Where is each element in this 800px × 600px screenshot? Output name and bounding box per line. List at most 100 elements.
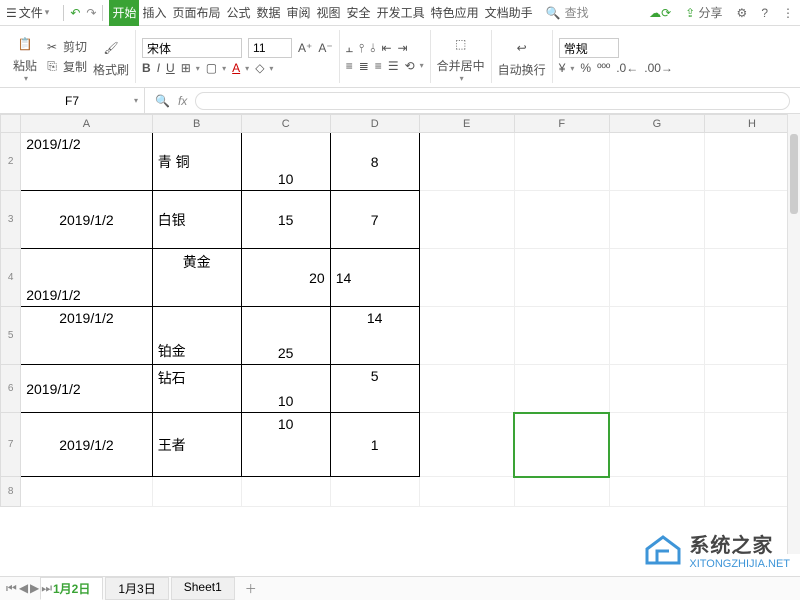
redo-icon[interactable]: ↷ xyxy=(86,6,96,20)
ribbon-tab[interactable]: 插入 xyxy=(139,0,169,26)
font-select[interactable] xyxy=(142,38,242,58)
cell[interactable] xyxy=(704,365,799,413)
fx-icon[interactable]: fx xyxy=(178,94,187,108)
cell[interactable]: 14 xyxy=(330,307,419,365)
trace-icon[interactable]: 🔍 xyxy=(155,94,170,108)
cell[interactable]: 钻石 xyxy=(152,365,241,413)
cell[interactable]: 14 xyxy=(330,249,419,307)
italic-button[interactable]: I xyxy=(157,61,160,75)
cell[interactable]: 2019/1/2 xyxy=(21,307,152,365)
cell[interactable]: 2019/1/2 xyxy=(21,365,152,413)
column-headers[interactable]: ABCDEFGH xyxy=(1,115,800,133)
cell[interactable]: 8 xyxy=(330,133,419,191)
cell[interactable]: 5 xyxy=(330,365,419,413)
ribbon-tab[interactable]: 公式 xyxy=(223,0,253,26)
sheet-tab[interactable]: Sheet1 xyxy=(171,577,235,600)
justify-icon[interactable]: ☰ xyxy=(388,59,399,73)
sheet-nav-last-icon[interactable]: ⏭ xyxy=(41,581,52,596)
align-top-icon[interactable]: ⫠ xyxy=(346,41,353,56)
column-header[interactable]: E xyxy=(419,115,514,133)
cell[interactable] xyxy=(704,477,799,507)
border-button[interactable]: ⊞ xyxy=(181,61,200,75)
ribbon-tab[interactable]: 视图 xyxy=(314,0,344,26)
indent-increase-icon[interactable]: ⇥ xyxy=(398,41,408,55)
cell[interactable] xyxy=(419,249,514,307)
cell[interactable]: 2019/1/2 xyxy=(21,191,152,249)
cell[interactable] xyxy=(609,191,704,249)
spreadsheet-grid[interactable]: ABCDEFGH 22019/1/2青 铜10832019/1/2白银15742… xyxy=(0,114,800,554)
cell[interactable]: 2019/1/2 xyxy=(21,249,152,307)
cell[interactable]: 10 xyxy=(241,413,330,477)
cell[interactable]: 7 xyxy=(330,191,419,249)
formula-input[interactable] xyxy=(195,92,790,110)
ribbon-tab[interactable]: 页面布局 xyxy=(169,0,223,26)
undo-icon[interactable]: ↶ xyxy=(70,6,80,20)
cut-button[interactable]: ✂剪切 xyxy=(44,38,87,55)
cell[interactable] xyxy=(704,133,799,191)
align-bottom-icon[interactable]: ⫰ xyxy=(370,41,375,56)
format-painter-button[interactable]: 🖌 格式刷 xyxy=(93,35,129,78)
cell[interactable] xyxy=(419,365,514,413)
number-format[interactable] xyxy=(559,38,619,58)
paste-button[interactable]: 📋 粘贴 xyxy=(12,31,38,83)
cell[interactable]: 1 xyxy=(330,413,419,477)
indent-decrease-icon[interactable]: ⇤ xyxy=(381,41,391,55)
settings-icon[interactable]: ⚙ xyxy=(737,6,748,20)
cell[interactable] xyxy=(514,249,609,307)
cell[interactable]: 2019/1/2 xyxy=(21,413,152,477)
cell[interactable] xyxy=(419,477,514,507)
cell[interactable] xyxy=(419,133,514,191)
cell[interactable] xyxy=(704,307,799,365)
cell[interactable] xyxy=(241,477,330,507)
cell[interactable]: 黄金 xyxy=(152,249,241,307)
cell[interactable] xyxy=(704,413,799,477)
clear-format-button[interactable]: ◇ xyxy=(255,61,273,75)
sheet-nav-prev-icon[interactable]: ◀ xyxy=(19,581,28,596)
ribbon-tab[interactable]: 安全 xyxy=(344,0,374,26)
align-left-icon[interactable]: ≡ xyxy=(346,59,353,73)
search[interactable]: 🔍 查找 xyxy=(546,4,589,21)
cell[interactable]: 25 xyxy=(241,307,330,365)
cell[interactable]: 2019/1/2 xyxy=(21,133,152,191)
align-middle-icon[interactable]: ⫯ xyxy=(359,41,364,56)
cell[interactable] xyxy=(514,477,609,507)
increase-font-icon[interactable]: A⁺ xyxy=(298,41,312,55)
column-header[interactable]: H xyxy=(704,115,799,133)
currency-icon[interactable]: ¥ xyxy=(559,61,575,75)
row-header[interactable]: 6 xyxy=(1,365,21,413)
ribbon-tab[interactable]: 开始 xyxy=(109,0,139,26)
ribbon-tab[interactable]: 特色应用 xyxy=(428,0,482,26)
cell[interactable] xyxy=(514,133,609,191)
column-header[interactable]: G xyxy=(609,115,704,133)
cell[interactable] xyxy=(419,191,514,249)
cell[interactable] xyxy=(419,413,514,477)
orientation-icon[interactable]: ⟲ xyxy=(405,59,424,73)
cell[interactable] xyxy=(514,191,609,249)
cell[interactable]: 王者 xyxy=(152,413,241,477)
decimal-inc-icon[interactable]: .00→ xyxy=(644,61,673,75)
cell[interactable] xyxy=(609,477,704,507)
align-right-icon[interactable]: ≡ xyxy=(375,59,382,73)
copy-button[interactable]: ⎘复制 xyxy=(44,58,87,75)
cell[interactable]: 10 xyxy=(241,133,330,191)
row-header[interactable]: 3 xyxy=(1,191,21,249)
cell[interactable] xyxy=(514,365,609,413)
row-header[interactable]: 8 xyxy=(1,477,21,507)
vertical-scrollbar[interactable] xyxy=(787,114,800,554)
cell[interactable]: 白银 xyxy=(152,191,241,249)
cell[interactable]: 20 xyxy=(241,249,330,307)
cell[interactable] xyxy=(419,307,514,365)
cell[interactable] xyxy=(704,191,799,249)
name-box[interactable]: F7 xyxy=(0,88,145,113)
row-header[interactable]: 5 xyxy=(1,307,21,365)
fill-color-button[interactable]: ▢ xyxy=(206,61,226,75)
cell[interactable] xyxy=(21,477,152,507)
sheet-nav-next-icon[interactable]: ▶ xyxy=(30,581,39,596)
cell[interactable] xyxy=(514,307,609,365)
font-size[interactable] xyxy=(248,38,292,58)
cloud-icon[interactable]: ☁⟳ xyxy=(649,6,671,20)
cell[interactable]: 铂金 xyxy=(152,307,241,365)
column-header[interactable]: D xyxy=(330,115,419,133)
decrease-font-icon[interactable]: A⁻ xyxy=(318,41,332,55)
cell[interactable]: 青 铜 xyxy=(152,133,241,191)
